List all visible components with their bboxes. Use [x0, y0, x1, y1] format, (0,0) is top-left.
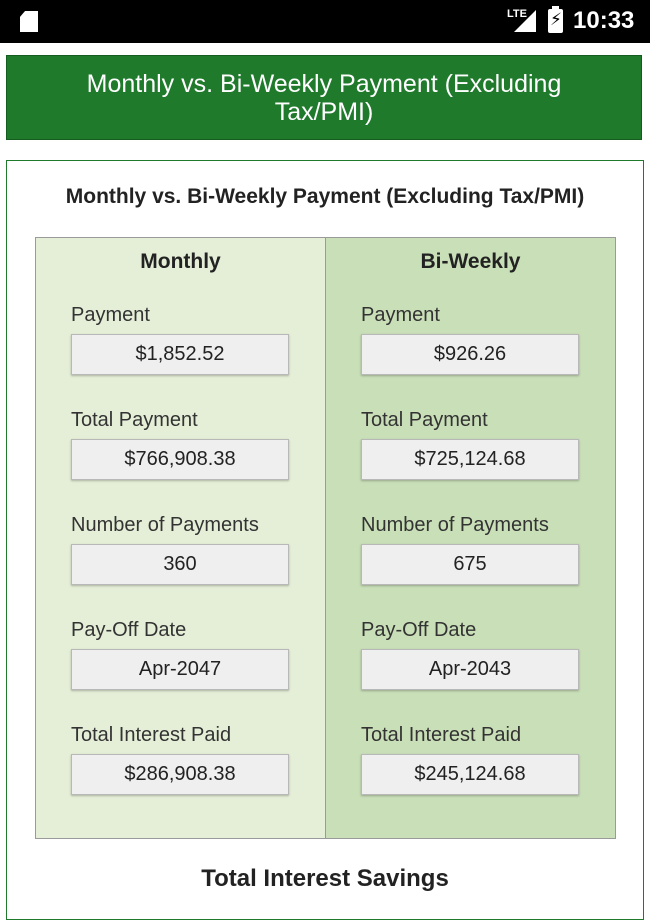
biweekly-num-payments-field: Number of Payments 675: [361, 514, 579, 585]
sd-card-icon: [20, 11, 38, 32]
biweekly-interest-field: Total Interest Paid $245,124.68: [361, 724, 579, 795]
comparison-card: Monthly vs. Bi-Weekly Payment (Excluding…: [6, 160, 644, 920]
monthly-column: Monthly Payment $1,852.52 Total Payment …: [36, 238, 326, 838]
monthly-payment-value: $1,852.52: [71, 334, 289, 375]
field-label: Total Interest Paid: [71, 724, 232, 746]
monthly-interest-value: $286,908.38: [71, 754, 289, 795]
monthly-heading: Monthly: [140, 250, 221, 273]
interest-savings-title: Total Interest Savings: [201, 865, 449, 892]
biweekly-payoff-value: Apr-2043: [361, 649, 579, 690]
field-label: Number of Payments: [361, 514, 549, 536]
monthly-interest-field: Total Interest Paid $286,908.38: [71, 724, 289, 795]
comparison-table: Monthly Payment $1,852.52 Total Payment …: [35, 237, 616, 839]
battery-charging-icon: ⚡: [548, 6, 563, 33]
biweekly-total-payment-value: $725,124.68: [361, 439, 579, 480]
biweekly-payment-value: $926.26: [361, 334, 579, 375]
field-label: Total Interest Paid: [361, 724, 522, 746]
field-label: Number of Payments: [71, 514, 259, 536]
monthly-total-payment-field: Total Payment $766,908.38: [71, 409, 289, 480]
page-header: Monthly vs. Bi-Weekly Payment (Excluding…: [6, 55, 642, 140]
field-label: Total Payment: [71, 409, 198, 431]
biweekly-total-payment-field: Total Payment $725,124.68: [361, 409, 579, 480]
network-type-label: LTE: [507, 8, 527, 20]
monthly-payoff-value: Apr-2047: [71, 649, 289, 690]
biweekly-interest-value: $245,124.68: [361, 754, 579, 795]
biweekly-heading: Bi-Weekly: [420, 250, 521, 273]
biweekly-column: Bi-Weekly Payment $926.26 Total Payment …: [326, 238, 615, 838]
biweekly-payment-field: Payment $926.26: [361, 304, 579, 375]
monthly-num-payments-field: Number of Payments 360: [71, 514, 289, 585]
monthly-payment-field: Payment $1,852.52: [71, 304, 289, 375]
field-label: Pay-Off Date: [361, 619, 477, 641]
biweekly-payoff-field: Pay-Off Date Apr-2043: [361, 619, 579, 690]
monthly-payoff-field: Pay-Off Date Apr-2047: [71, 619, 289, 690]
field-label: Total Payment: [361, 409, 488, 431]
field-label: Payment: [71, 304, 150, 326]
field-label: Payment: [361, 304, 440, 326]
status-bar: LTE ⚡ 10:33: [0, 0, 650, 43]
status-time: 10:33: [573, 7, 635, 34]
card-title: Monthly vs. Bi-Weekly Payment (Excluding…: [65, 185, 585, 208]
monthly-total-payment-value: $766,908.38: [71, 439, 289, 480]
field-label: Pay-Off Date: [71, 619, 187, 641]
monthly-num-payments-value: 360: [71, 544, 289, 585]
page-title: Monthly vs. Bi-Weekly Payment (Excluding…: [86, 69, 562, 126]
biweekly-num-payments-value: 675: [361, 544, 579, 585]
